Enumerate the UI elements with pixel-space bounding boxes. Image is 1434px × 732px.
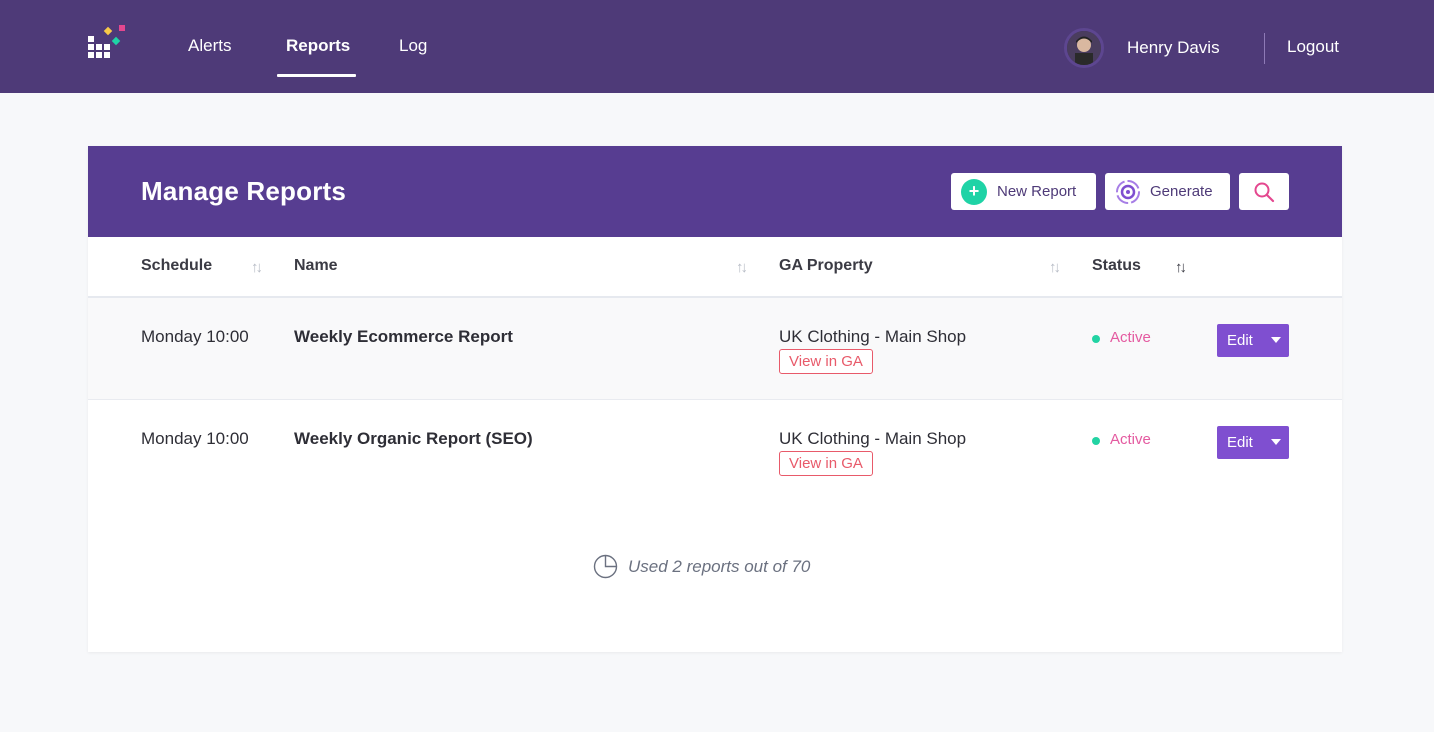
- gear-refresh-icon: [1116, 179, 1140, 204]
- schedule-cell: Monday 10:00: [141, 429, 249, 448]
- status-dot-icon: [1092, 335, 1100, 343]
- nav-divider: [1264, 33, 1265, 64]
- status-dot-icon: [1092, 437, 1100, 445]
- ga-property-cell: UK Clothing - Main Shop: [779, 327, 967, 346]
- column-header-name[interactable]: Name: [294, 257, 338, 275]
- column-header-status[interactable]: Status: [1092, 257, 1141, 275]
- status-badge: Active: [1110, 329, 1151, 346]
- sort-arrows-icon[interactable]: ↑↓: [1049, 259, 1061, 276]
- active-tab-indicator: [277, 74, 356, 77]
- view-in-ga-link[interactable]: View in GA: [779, 451, 873, 476]
- ga-property-cell: UK Clothing - Main Shop: [779, 429, 967, 448]
- avatar[interactable]: [1064, 28, 1104, 68]
- caret-down-icon[interactable]: [1271, 439, 1281, 445]
- table-row: Monday 10:00 Weekly Organic Report (SEO)…: [88, 400, 1342, 502]
- schedule-cell: Monday 10:00: [141, 327, 249, 346]
- generate-label: Generate: [1150, 183, 1213, 200]
- column-header-schedule[interactable]: Schedule: [141, 257, 212, 275]
- nav-link-reports[interactable]: Reports: [286, 36, 350, 56]
- user-avatar-icon: [1067, 31, 1101, 65]
- edit-button[interactable]: Edit: [1217, 324, 1289, 357]
- user-name[interactable]: Henry Davis: [1127, 38, 1220, 58]
- edit-label: Edit: [1227, 434, 1253, 451]
- new-report-button[interactable]: + New Report: [951, 173, 1096, 210]
- reports-card: Manage Reports + New Report Generate Sch…: [88, 146, 1342, 652]
- pie-chart-icon: [593, 554, 618, 579]
- usage-text: Used 2 reports out of 70: [628, 556, 811, 576]
- status-badge: Active: [1110, 431, 1151, 448]
- sort-arrows-icon[interactable]: ↑↓: [251, 259, 263, 276]
- column-header-ga-property[interactable]: GA Property: [779, 257, 873, 275]
- table-row: Monday 10:00 Weekly Ecommerce Report UK …: [88, 298, 1342, 400]
- logout-link[interactable]: Logout: [1287, 37, 1339, 57]
- card-header: Manage Reports + New Report Generate: [88, 146, 1342, 237]
- search-button[interactable]: [1239, 173, 1289, 210]
- page-title: Manage Reports: [141, 176, 347, 206]
- generate-button[interactable]: Generate: [1105, 173, 1230, 210]
- brand-logo-icon[interactable]: [86, 24, 130, 66]
- caret-down-icon[interactable]: [1271, 337, 1281, 343]
- sort-arrows-icon[interactable]: ↑↓: [1175, 259, 1187, 276]
- edit-button[interactable]: Edit: [1217, 426, 1289, 459]
- report-name-cell: Weekly Ecommerce Report: [294, 327, 513, 346]
- plus-circle-icon: +: [961, 178, 987, 205]
- search-icon: [1254, 182, 1275, 202]
- view-in-ga-link[interactable]: View in GA: [779, 349, 873, 374]
- new-report-label: New Report: [997, 183, 1077, 200]
- top-navbar: Alerts Reports Log Henry Davis Logout: [0, 0, 1434, 93]
- sort-arrows-icon[interactable]: ↑↓: [736, 259, 748, 276]
- report-name-cell: Weekly Organic Report (SEO): [294, 429, 533, 448]
- usage-summary: Used 2 reports out of 70: [593, 554, 810, 579]
- nav-link-log[interactable]: Log: [399, 36, 427, 56]
- nav-link-alerts[interactable]: Alerts: [188, 36, 231, 56]
- edit-label: Edit: [1227, 332, 1253, 349]
